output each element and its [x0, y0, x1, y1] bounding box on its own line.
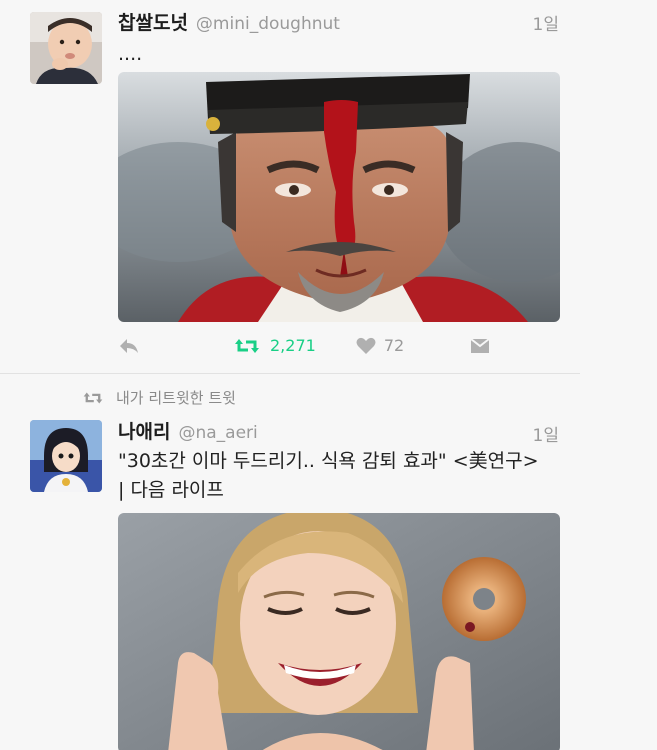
retweet-button[interactable]: 2,271 [234, 336, 316, 355]
tweet-1[interactable]: 찹쌀도넛 @mini_doughnut 1일 .... 2,271 72 [0, 0, 657, 375]
tweet-text-line[interactable]: | 다음 라이프 [118, 476, 568, 505]
user-handle[interactable]: @mini_doughnut [196, 14, 340, 34]
tweet-text: "30초간 이마 두드리기.. 식욕 감퇴 효과" <美연구> | 다음 라이프 [118, 447, 568, 505]
dm-button[interactable] [470, 337, 490, 354]
like-count: 72 [383, 336, 405, 355]
display-name[interactable]: 찹쌀도넛 [118, 8, 188, 35]
tweet-2[interactable]: 내가 리트윗한 트윗 나애리 @na_aeri 1일 "30초간 이마 두드리기… [0, 375, 657, 750]
retweeted-label-text: 내가 리트윗한 트윗 [116, 389, 236, 407]
tweet-image[interactable] [118, 72, 560, 322]
dm-icon [470, 337, 490, 353]
timestamp[interactable]: 1일 [533, 421, 559, 446]
retweeted-label: 내가 리트윗한 트윗 [82, 387, 236, 408]
display-name[interactable]: 나애리 [118, 417, 170, 444]
tweet-text: .... [118, 43, 143, 65]
retweet-icon [235, 338, 259, 353]
avatar[interactable] [30, 420, 102, 492]
tweet-image[interactable] [118, 513, 560, 750]
reply-button[interactable] [118, 337, 140, 355]
reply-icon [120, 338, 138, 353]
user-handle[interactable]: @na_aeri [178, 423, 257, 443]
like-button[interactable]: 72 [356, 336, 404, 355]
tweet-divider [0, 373, 580, 374]
tweet-text-line: "30초간 이마 두드리기.. 식욕 감퇴 효과" <美연구> [118, 450, 539, 472]
avatar[interactable] [30, 12, 102, 84]
timestamp[interactable]: 1일 [533, 10, 559, 35]
retweeted-by-icon [83, 392, 103, 403]
tweet-actions: 2,271 72 [118, 336, 490, 355]
tweet-header: 나애리 @na_aeri [118, 417, 258, 444]
like-icon [356, 337, 376, 354]
timeline: 찹쌀도넛 @mini_doughnut 1일 .... 2,271 72 내가 … [0, 0, 657, 750]
tweet-header: 찹쌀도넛 @mini_doughnut [118, 8, 340, 35]
retweet-count: 2,271 [270, 336, 316, 355]
